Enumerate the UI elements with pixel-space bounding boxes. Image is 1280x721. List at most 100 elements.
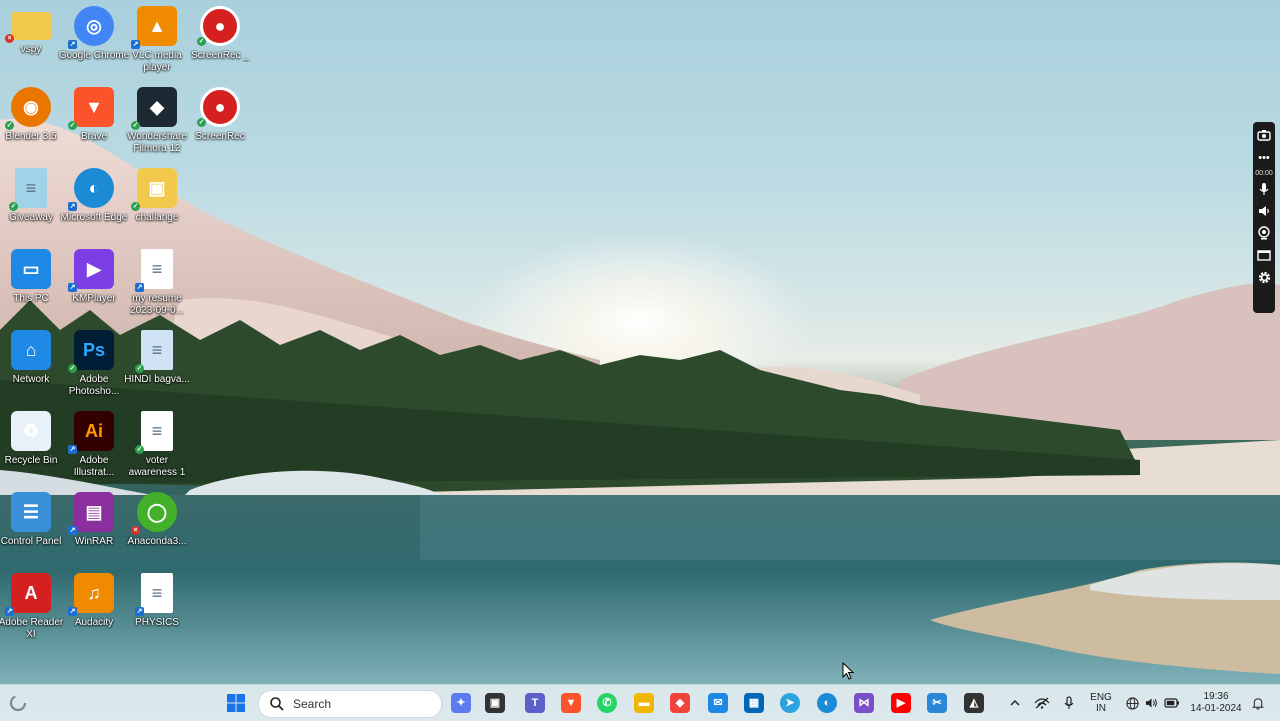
desktop-icon[interactable]: ◎ ↗ Google Chrome — [58, 2, 130, 80]
desktop-icon[interactable]: Ai ↗ Adobe Illustrat... — [58, 407, 130, 485]
shortcut-arrow-icon: ↗ — [68, 283, 77, 292]
taskbar-app-snipping-tool[interactable]: ✂ — [923, 689, 951, 717]
loading-spinner-icon — [9, 694, 27, 712]
desktop-icon[interactable]: ▤ ↗ WinRAR — [58, 488, 130, 566]
search-input[interactable] — [291, 696, 435, 712]
monitor-icon: ▭ — [11, 249, 51, 289]
show-hidden-icons-chevron-icon[interactable] — [1007, 685, 1023, 721]
network-status-icon[interactable] — [1031, 685, 1053, 721]
desktop-icon-label: ScreenRec _ — [191, 50, 249, 61]
synced-check-icon: ✓ — [135, 445, 144, 454]
widgets-button[interactable] — [4, 689, 32, 717]
taskbar-app-copilot[interactable]: ✦ — [447, 689, 475, 717]
desktop-icon[interactable]: ≡ ✓ Giveaway — [0, 164, 67, 242]
desktop-icon[interactable]: ≡ ↗ PHYSICS — [121, 569, 193, 647]
desktop-icon[interactable]: ≡ ✓ HINDI bagva... — [121, 326, 193, 404]
globe-network-icon[interactable] — [1124, 685, 1140, 721]
desktop-icon-label: Control Panel — [0, 536, 62, 547]
more-icon[interactable]: ••• — [1256, 150, 1272, 166]
window-icon[interactable] — [1256, 248, 1272, 264]
taskbar-app-edge[interactable]: ◐ — [813, 689, 841, 717]
desktop-icon[interactable]: ▶ ↗ KMPlayer — [58, 245, 130, 323]
edge-icon: ◐ — [817, 693, 837, 713]
synced-check-icon: ✓ — [9, 202, 18, 211]
shortcut-arrow-icon: ↗ — [68, 607, 77, 616]
desktop-icon-label: Adobe Illustrat... — [73, 455, 115, 478]
desktop-icon[interactable]: ● ✓ ScreenRec — [184, 83, 256, 161]
desktop-icon[interactable]: ◯ × Anaconda3... — [121, 488, 193, 566]
desktop-icon[interactable]: A ↗ Adobe Reader XI — [0, 569, 67, 647]
shortcut-arrow-icon: ↗ — [68, 445, 77, 454]
visual-studio-icon: ⋈ — [854, 693, 874, 713]
camera-icon[interactable] — [1256, 128, 1272, 144]
desktop-icon[interactable]: ☰ Control Panel — [0, 488, 67, 566]
desktop-icon[interactable]: ◐ ↗ Microsoft Edge — [58, 164, 130, 242]
taskbar-app-anydesk[interactable]: ◆ — [666, 689, 694, 717]
desktop-icon[interactable]: ▲ ↗ VLC media player — [121, 2, 193, 80]
desktop-icon[interactable]: ♫ ↗ Audacity — [58, 569, 130, 647]
desktop-icon-label: Blender 3.5 — [5, 131, 57, 142]
taskbar-app-ms-store[interactable]: ▦ — [740, 689, 768, 717]
desktop-icon[interactable]: ⌂ Network — [0, 326, 67, 404]
settings-gear-icon[interactable] — [1256, 270, 1272, 286]
clock-time: 19:36 — [1203, 691, 1229, 702]
shortcut-arrow-icon: ↗ — [131, 40, 140, 49]
desktop-icon-label: Anaconda3... — [127, 536, 187, 547]
shortcut-arrow-icon: ↗ — [135, 283, 144, 292]
desktop-icon[interactable]: Ps ✓ Adobe Photosho... — [58, 326, 130, 404]
desktop-icon[interactable]: ▼ ✓ Brave — [58, 83, 130, 161]
desktop-icon[interactable]: ▭ This PC — [0, 245, 67, 323]
taskbar-app-inkscape[interactable]: ◭ — [960, 689, 988, 717]
desktop-icon-label: WinRAR — [74, 536, 114, 547]
desktop-icon[interactable]: ● ✓ ScreenRec _ — [184, 2, 256, 80]
document-icon: ≡ ✓ — [135, 411, 173, 454]
control-panel-icon: ☰ — [11, 492, 51, 532]
anydesk-icon: ◆ — [670, 693, 690, 713]
taskbar-app-telegram[interactable]: ➤ — [776, 689, 804, 717]
taskbar-app-file-explorer[interactable]: ▬ — [630, 689, 658, 717]
synced-check-icon: ✓ — [68, 364, 77, 373]
desktop-icon[interactable]: ▣ ✓ challange — [121, 164, 193, 242]
task-view-icon: ▣ — [485, 693, 505, 713]
telegram-icon: ➤ — [780, 693, 800, 713]
synced-check-icon: ✓ — [197, 37, 206, 46]
youtube-icon: ▶ — [891, 693, 911, 713]
taskbar-app-task-view[interactable]: ▣ — [481, 689, 509, 717]
speaker-icon[interactable] — [1256, 204, 1272, 220]
language-code: ENG — [1090, 692, 1112, 703]
file-explorer-icon: ▬ — [634, 693, 654, 713]
desktop-icon-label: Brave — [80, 131, 108, 142]
start-button[interactable] — [222, 689, 250, 717]
taskbar-app-app-store[interactable]: ✉ — [704, 689, 732, 717]
desktop-icon[interactable]: ≡ ✓ voter awareness 1 — [121, 407, 193, 485]
taskbar-app-visual-studio[interactable]: ⋈ — [850, 689, 878, 717]
volume-icon[interactable] — [1143, 685, 1159, 721]
microphone-icon[interactable] — [1256, 182, 1272, 198]
synced-check-icon: ✓ — [131, 121, 140, 130]
ms-store-icon: ▦ — [744, 693, 764, 713]
desktop-icon[interactable]: ◉ ✓ Blender 3.5 — [0, 83, 67, 161]
copilot-icon: ✦ — [451, 693, 471, 713]
desktop-icon[interactable]: ♻ Recycle Bin — [0, 407, 67, 485]
battery-icon[interactable] — [1163, 685, 1181, 721]
taskbar-app-whatsapp[interactable]: ✆ — [593, 689, 621, 717]
desktop-icon-label: my resume 2023-09-0... — [130, 293, 184, 316]
desktop-icon-label: Audacity — [74, 617, 114, 628]
input-language-indicator[interactable]: ENG IN — [1088, 685, 1114, 721]
folder-icon: × — [5, 12, 51, 43]
taskbar-clock[interactable]: 19:36 14-01-2024 — [1186, 685, 1246, 721]
taskbar-search[interactable] — [258, 690, 442, 718]
snipping-tool-icon: ✂ — [927, 693, 947, 713]
windows-logo-icon — [227, 694, 245, 712]
webcam-icon[interactable] — [1256, 226, 1272, 242]
microphone-tray-icon[interactable] — [1060, 685, 1078, 721]
photo-folder-icon: ▣ ✓ — [131, 168, 177, 211]
notification-bell-icon[interactable] — [1250, 685, 1266, 721]
desktop-icon[interactable]: × vspy — [0, 2, 67, 80]
taskbar-app-brave[interactable]: ▼ — [557, 689, 585, 717]
taskbar-app-teams[interactable]: T — [521, 689, 549, 717]
taskbar-app-youtube[interactable]: ▶ — [887, 689, 915, 717]
desktop-icon-label: Recycle Bin — [4, 455, 58, 466]
desktop-icon[interactable]: ◆ ✓ Wondershare Filmora 12 — [121, 83, 193, 161]
desktop-icon[interactable]: ≡ ↗ my resume 2023-09-0... — [121, 245, 193, 323]
